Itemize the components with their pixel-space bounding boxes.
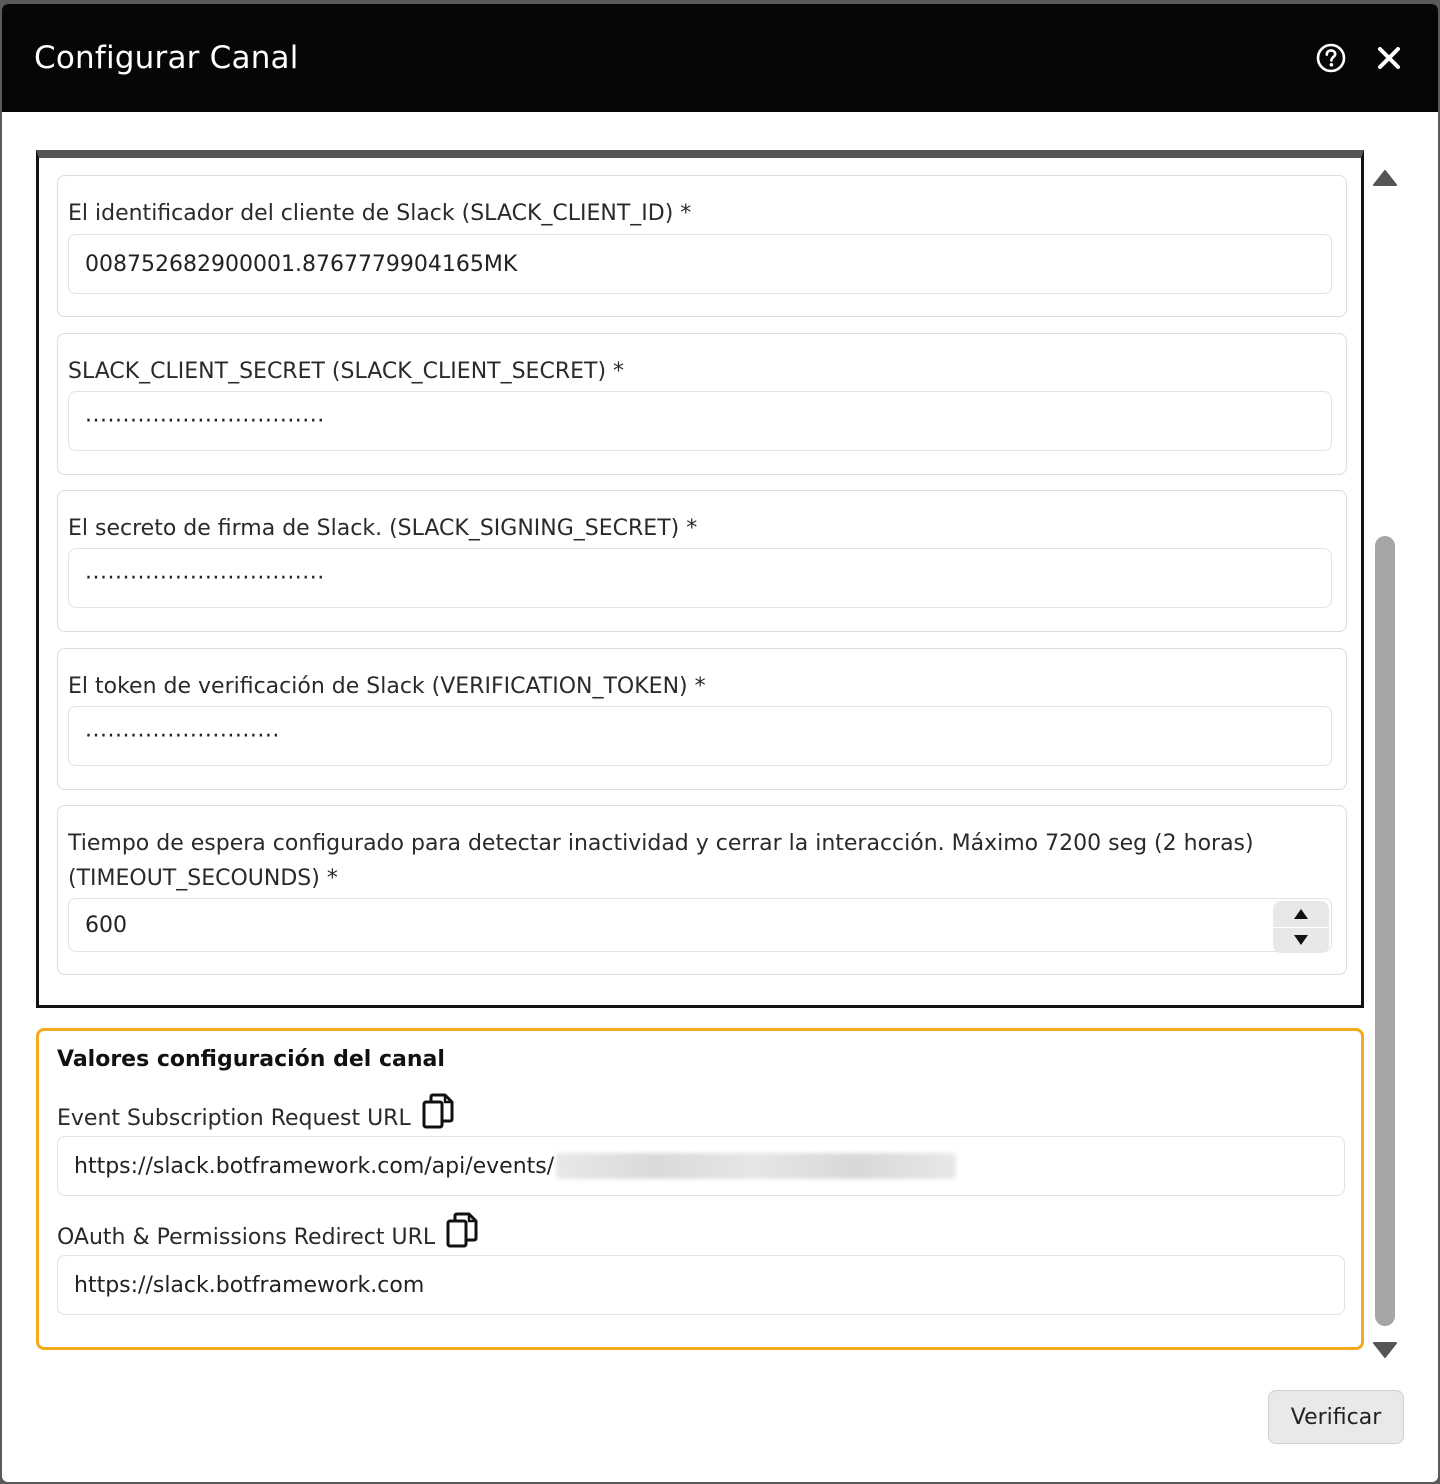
slack-signing-secret-input[interactable]: ································ [68, 548, 1332, 608]
dialog-title: Configurar Canal [34, 40, 299, 76]
verify-button[interactable]: Verificar [1268, 1390, 1404, 1444]
oauth-url-label-row: OAuth & Permissions Redirect URL [57, 1212, 479, 1250]
scroll-down-icon[interactable] [1373, 1340, 1397, 1360]
timeout-seconds-input[interactable]: 600 [68, 898, 1332, 953]
channel-config-values-box: Valores configuración del canal Event Su… [36, 1028, 1364, 1350]
copy-icon[interactable] [421, 1093, 455, 1131]
event-url-label-row: Event Subscription Request URL [57, 1093, 455, 1131]
oauth-redirect-url-field[interactable]: https://slack.botframework.com [57, 1255, 1345, 1315]
field-label: El secreto de firma de Slack. (SLACK_SIG… [68, 516, 698, 541]
field-label: SLACK_CLIENT_SECRET (SLACK_CLIENT_SECRET… [68, 359, 625, 384]
oauth-url-label: OAuth & Permissions Redirect URL [57, 1225, 436, 1250]
scroll-up-icon[interactable] [1373, 168, 1397, 188]
event-url-label: Event Subscription Request URL [57, 1106, 411, 1131]
field-timeout-seconds: Tiempo de espera configurado para detect… [57, 805, 1347, 975]
timeout-value: 600 [85, 912, 127, 938]
vertical-scrollbar[interactable] [1372, 150, 1398, 1360]
field-label: El identificador del cliente de Slack (S… [68, 201, 692, 226]
spinner-up-icon[interactable] [1273, 901, 1329, 927]
slack-client-id-input[interactable]: 008752682900001.8767779904165MK [68, 234, 1332, 294]
field-slack-client-id: El identificador del cliente de Slack (S… [57, 175, 1347, 317]
event-subscription-url-field[interactable]: https://slack.botframework.com/api/event… [57, 1136, 1345, 1196]
config-section-title: Valores configuración del canal [57, 1047, 445, 1072]
configure-channel-dialog: Configurar Canal El identificador del cl… [2, 4, 1438, 1482]
field-slack-signing-secret: El secreto de firma de Slack. (SLACK_SIG… [57, 490, 1347, 632]
event-url-value: https://slack.botframework.com/api/event… [74, 1153, 555, 1179]
redacted-bot-name [556, 1153, 957, 1179]
slack-client-secret-input[interactable]: ································ [68, 391, 1332, 451]
field-label: Tiempo de espera configurado para detect… [68, 831, 1254, 891]
close-icon[interactable] [1372, 41, 1406, 75]
scrollbar-thumb[interactable] [1375, 536, 1395, 1326]
field-verification-token: El token de verificación de Slack (VERIF… [57, 648, 1347, 790]
copy-icon[interactable] [445, 1212, 479, 1250]
verification-token-input[interactable]: ·························· [68, 706, 1332, 766]
field-label: El token de verificación de Slack (VERIF… [68, 674, 706, 699]
channel-parameters-box: El identificador del cliente de Slack (S… [36, 150, 1364, 1008]
dialog-scroll-area[interactable]: El identificador del cliente de Slack (S… [2, 150, 1438, 1360]
help-circle-icon[interactable] [1314, 41, 1348, 75]
spinner-down-icon[interactable] [1273, 926, 1329, 953]
dialog-titlebar: Configurar Canal [2, 4, 1438, 112]
field-slack-client-secret: SLACK_CLIENT_SECRET (SLACK_CLIENT_SECRET… [57, 333, 1347, 475]
number-spinner [1273, 901, 1329, 953]
